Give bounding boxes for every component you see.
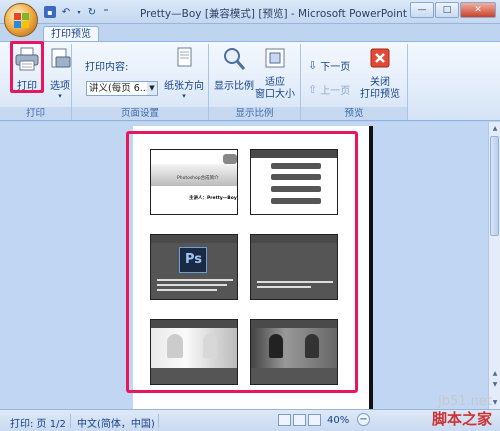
print-what-label: 打印内容: [85, 62, 129, 73]
prev-page-label: 上一页 [320, 86, 351, 97]
title-bar: ▪ ↶ ▾ ↻ ⁼ Pretty—Boy [兼容模式] [预览] - Micro… [0, 0, 500, 24]
page-indicator: 打印: 页 1/2 [10, 419, 66, 430]
handout-page-highlight [126, 131, 358, 393]
next-page-scroll-icon[interactable]: ▼ [490, 380, 500, 390]
options-dropdown-icon: ▾ [58, 92, 62, 100]
window-title: Pretty—Boy [兼容模式] [预览] - Microsoft Power… [140, 8, 407, 20]
watermark-name: 脚本之家 [431, 410, 492, 428]
fit-window-label: 适应 窗口大小 [255, 77, 295, 100]
zoom-out-icon[interactable]: − [357, 413, 370, 426]
watermark: jb51.net 脚本之家 [370, 391, 500, 431]
watermark-site: jb51.net [438, 394, 492, 409]
arrow-up-icon: ⇧ [308, 83, 318, 96]
status-divider [70, 414, 71, 428]
customize-qat-icon[interactable]: ⁼ [102, 5, 110, 19]
language-indicator: 中文(简体，中国) [77, 419, 155, 430]
tab-print-preview[interactable]: 打印预览 [43, 26, 99, 42]
undo-icon[interactable]: ↶ [59, 5, 73, 19]
chevron-down-icon: ▼ [147, 82, 157, 95]
orientation-button[interactable]: 纸张方向 ▾ [162, 46, 206, 100]
orientation-icon [177, 47, 192, 67]
options-button[interactable]: 选项 ▾ [46, 46, 74, 100]
group-label-zoom: 显示比例 [209, 107, 300, 120]
undo-dropdown-icon[interactable]: ▾ [76, 5, 82, 19]
minimize-button[interactable]: — [410, 2, 434, 18]
orientation-button-label: 纸张方向 [164, 81, 204, 92]
view-buttons [278, 414, 321, 426]
group-label-preview: 预览 [301, 107, 407, 120]
print-what-value: 讲义(每页 6... [89, 83, 149, 94]
zoom-button[interactable]: 显示比例 [212, 46, 256, 92]
options-icon [51, 48, 71, 68]
print-what-select[interactable]: 讲义(每页 6... ▼ [86, 81, 158, 96]
next-page-button[interactable]: ⇩ 下一页 [308, 58, 350, 73]
group-label-print: 打印 [0, 107, 71, 120]
close-preview-button[interactable]: 关闭 打印预览 [356, 46, 404, 101]
save-icon[interactable]: ▪ [44, 6, 56, 18]
ribbon-tab-row: 打印预览 [0, 24, 500, 42]
arrow-down-icon: ⇩ [308, 59, 318, 72]
fit-window-icon [265, 48, 285, 68]
scroll-up-icon[interactable]: ▲ [490, 123, 500, 134]
redo-icon[interactable]: ↻ [85, 5, 99, 19]
status-divider [158, 414, 159, 428]
scroll-thumb[interactable] [490, 136, 499, 236]
quick-access-toolbar: ▪ ↶ ▾ ↻ ⁼ [44, 5, 110, 19]
slide-sorter-view-icon[interactable] [293, 414, 306, 426]
orientation-dropdown-icon: ▾ [182, 92, 186, 100]
zoom-button-label: 显示比例 [214, 81, 254, 92]
fit-window-button[interactable]: 适应 窗口大小 [254, 46, 296, 101]
close-icon [370, 48, 390, 68]
zoom-level[interactable]: 40% [327, 415, 349, 426]
office-logo-icon [14, 13, 29, 28]
vertical-scrollbar[interactable]: ▲ ▲ ▼ ▼ [488, 122, 500, 409]
prev-page-button[interactable]: ⇧ 上一页 [308, 82, 350, 97]
office-button[interactable] [4, 3, 38, 37]
magnifier-icon [224, 48, 246, 70]
close-preview-label: 关闭 打印预览 [360, 77, 400, 100]
print-button-highlight [10, 41, 44, 93]
normal-view-icon[interactable] [278, 414, 291, 426]
prev-page-scroll-icon[interactable]: ▲ [490, 369, 500, 379]
close-window-button[interactable]: ✕ [460, 2, 496, 18]
group-label-page-setup: 页面设置 [72, 107, 208, 120]
window-controls: — □ ✕ [410, 2, 496, 18]
slideshow-view-icon[interactable] [308, 414, 321, 426]
next-page-label: 下一页 [320, 62, 351, 73]
maximize-button[interactable]: □ [435, 2, 459, 18]
options-button-label: 选项 [50, 81, 70, 92]
